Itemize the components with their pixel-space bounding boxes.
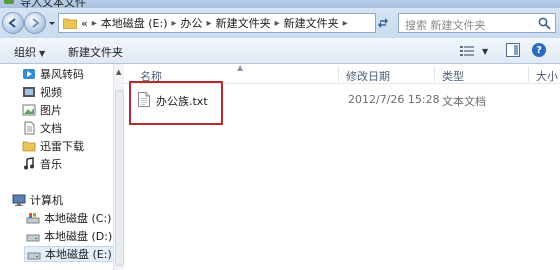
column-divider[interactable]	[528, 66, 529, 82]
picture-library-icon	[22, 104, 36, 116]
drive-label: 本地磁盘 (D:)	[44, 230, 113, 243]
drive-label: 本地磁盘 (E:)	[45, 248, 112, 261]
forward-arrow-icon	[32, 18, 40, 28]
preview-pane-icon[interactable]	[506, 43, 520, 57]
download-folder-icon	[22, 141, 36, 152]
video-app-icon	[23, 69, 35, 79]
recent-pages-dropdown-icon[interactable]	[48, 18, 56, 28]
highlight-box	[129, 81, 223, 125]
nav-item-computer[interactable]: 计算机	[12, 192, 63, 208]
scroll-up-icon[interactable]: ▲	[116, 68, 121, 76]
chevron-down-icon: ▼	[39, 49, 46, 58]
organize-label: 组织	[14, 46, 36, 59]
windows-drive-icon	[26, 213, 40, 224]
forward-button[interactable]	[24, 12, 46, 34]
nav-group-label: 计算机	[30, 194, 63, 207]
column-header-modified[interactable]: 修改日期	[346, 68, 390, 84]
breadcrumb-item[interactable]: 办公	[181, 15, 203, 31]
nav-item-documents[interactable]: 文档	[22, 120, 62, 136]
search-input[interactable]: 搜索 新建文件夹	[398, 13, 556, 33]
chevron-right-icon[interactable]: ▸	[343, 18, 348, 29]
nav-item-music[interactable]: 音乐	[22, 156, 62, 172]
new-folder-label: 新建文件夹	[68, 46, 123, 59]
chevron-down-icon: ▼	[482, 46, 489, 56]
nav-item-label: 迅雷下载	[40, 140, 84, 153]
drive-label: 本地磁盘 (C:)	[44, 212, 112, 225]
column-divider[interactable]	[434, 66, 435, 82]
window-title: 导入文本文件	[20, 0, 86, 8]
command-toolbar: 组织 ▼ 新建文件夹 ▼ ?	[0, 38, 560, 64]
video-library-icon	[23, 87, 35, 97]
search-placeholder: 搜索 新建文件夹	[405, 19, 486, 32]
file-modified-date: 2012/7/26 15:28	[348, 93, 440, 106]
chevron-right-icon[interactable]: ▸	[172, 18, 177, 29]
chevron-right-icon[interactable]: ▸	[207, 18, 212, 29]
breadcrumb-item[interactable]: 新建文件夹	[284, 15, 339, 31]
hard-drive-icon	[27, 252, 41, 260]
computer-icon	[12, 194, 26, 206]
details-view-icon	[460, 46, 474, 56]
organize-button[interactable]: 组织 ▼	[14, 44, 45, 60]
breadcrumb-item[interactable]: 新建文件夹	[216, 15, 271, 31]
nav-item-label: 文档	[40, 122, 62, 135]
nav-item-label: 图片	[40, 104, 62, 117]
breadcrumb: « ▸ 本地磁盘 (E:) ▸ 办公 ▸ 新建文件夹 ▸ 新建文件夹 ▸	[81, 15, 352, 31]
nav-item-pictures[interactable]: 图片	[22, 102, 62, 118]
column-divider[interactable]	[338, 66, 339, 82]
back-arrow-icon	[8, 18, 16, 28]
change-view-button[interactable]: ▼	[460, 43, 490, 59]
nav-item-drive-e[interactable]: 本地磁盘 (E:)	[24, 246, 114, 262]
nav-item-drive-c[interactable]: 本地磁盘 (C:)	[26, 210, 111, 226]
column-header-type[interactable]: 类型	[442, 68, 464, 84]
title-bar: 导入文本文件	[0, 0, 560, 8]
refresh-button[interactable]	[372, 13, 394, 33]
nav-item-baofeng[interactable]: 暴风转码	[22, 66, 84, 82]
scrollbar-thumb[interactable]	[115, 90, 124, 266]
navigation-pane: 暴风转码 视频 图片 文档 迅雷下载 音乐 计算机 本地磁盘 (C:) 本地磁盘…	[0, 64, 124, 270]
nav-item-drive-d[interactable]: 本地磁盘 (D:)	[26, 228, 112, 244]
help-icon[interactable]: ?	[532, 43, 546, 57]
chevron-right-icon[interactable]: ▸	[275, 18, 280, 29]
back-button[interactable]	[2, 12, 24, 34]
nav-item-downloads[interactable]: 迅雷下载	[22, 138, 84, 154]
hard-drive-icon	[26, 234, 40, 242]
music-library-icon	[24, 157, 34, 170]
search-icon	[538, 17, 551, 30]
nav-scrollbar[interactable]: ▲	[113, 64, 124, 270]
app-icon	[4, 0, 14, 4]
nav-item-label: 暴风转码	[40, 68, 84, 81]
column-header-size[interactable]: 大小	[536, 68, 558, 84]
refresh-icon	[378, 18, 388, 28]
new-folder-button[interactable]: 新建文件夹	[68, 44, 123, 60]
address-box[interactable]: « ▸ 本地磁盘 (E:) ▸ 办公 ▸ 新建文件夹 ▸ 新建文件夹 ▸	[58, 13, 376, 33]
address-bar-row: « ▸ 本地磁盘 (E:) ▸ 办公 ▸ 新建文件夹 ▸ 新建文件夹 ▸ 搜索 …	[0, 8, 560, 38]
file-type: 文本文档	[442, 95, 486, 108]
sort-ascending-icon: ▲	[237, 63, 244, 72]
nav-item-label: 音乐	[40, 158, 62, 171]
chevron-right-icon: ▸	[91, 17, 97, 29]
breadcrumb-item[interactable]: 本地磁盘 (E:)	[101, 15, 168, 31]
nav-item-label: 视频	[40, 86, 62, 99]
folder-icon	[63, 18, 77, 29]
breadcrumb-overflow[interactable]: «	[81, 17, 88, 30]
document-library-icon	[24, 121, 35, 135]
nav-item-videos[interactable]: 视频	[22, 84, 62, 100]
